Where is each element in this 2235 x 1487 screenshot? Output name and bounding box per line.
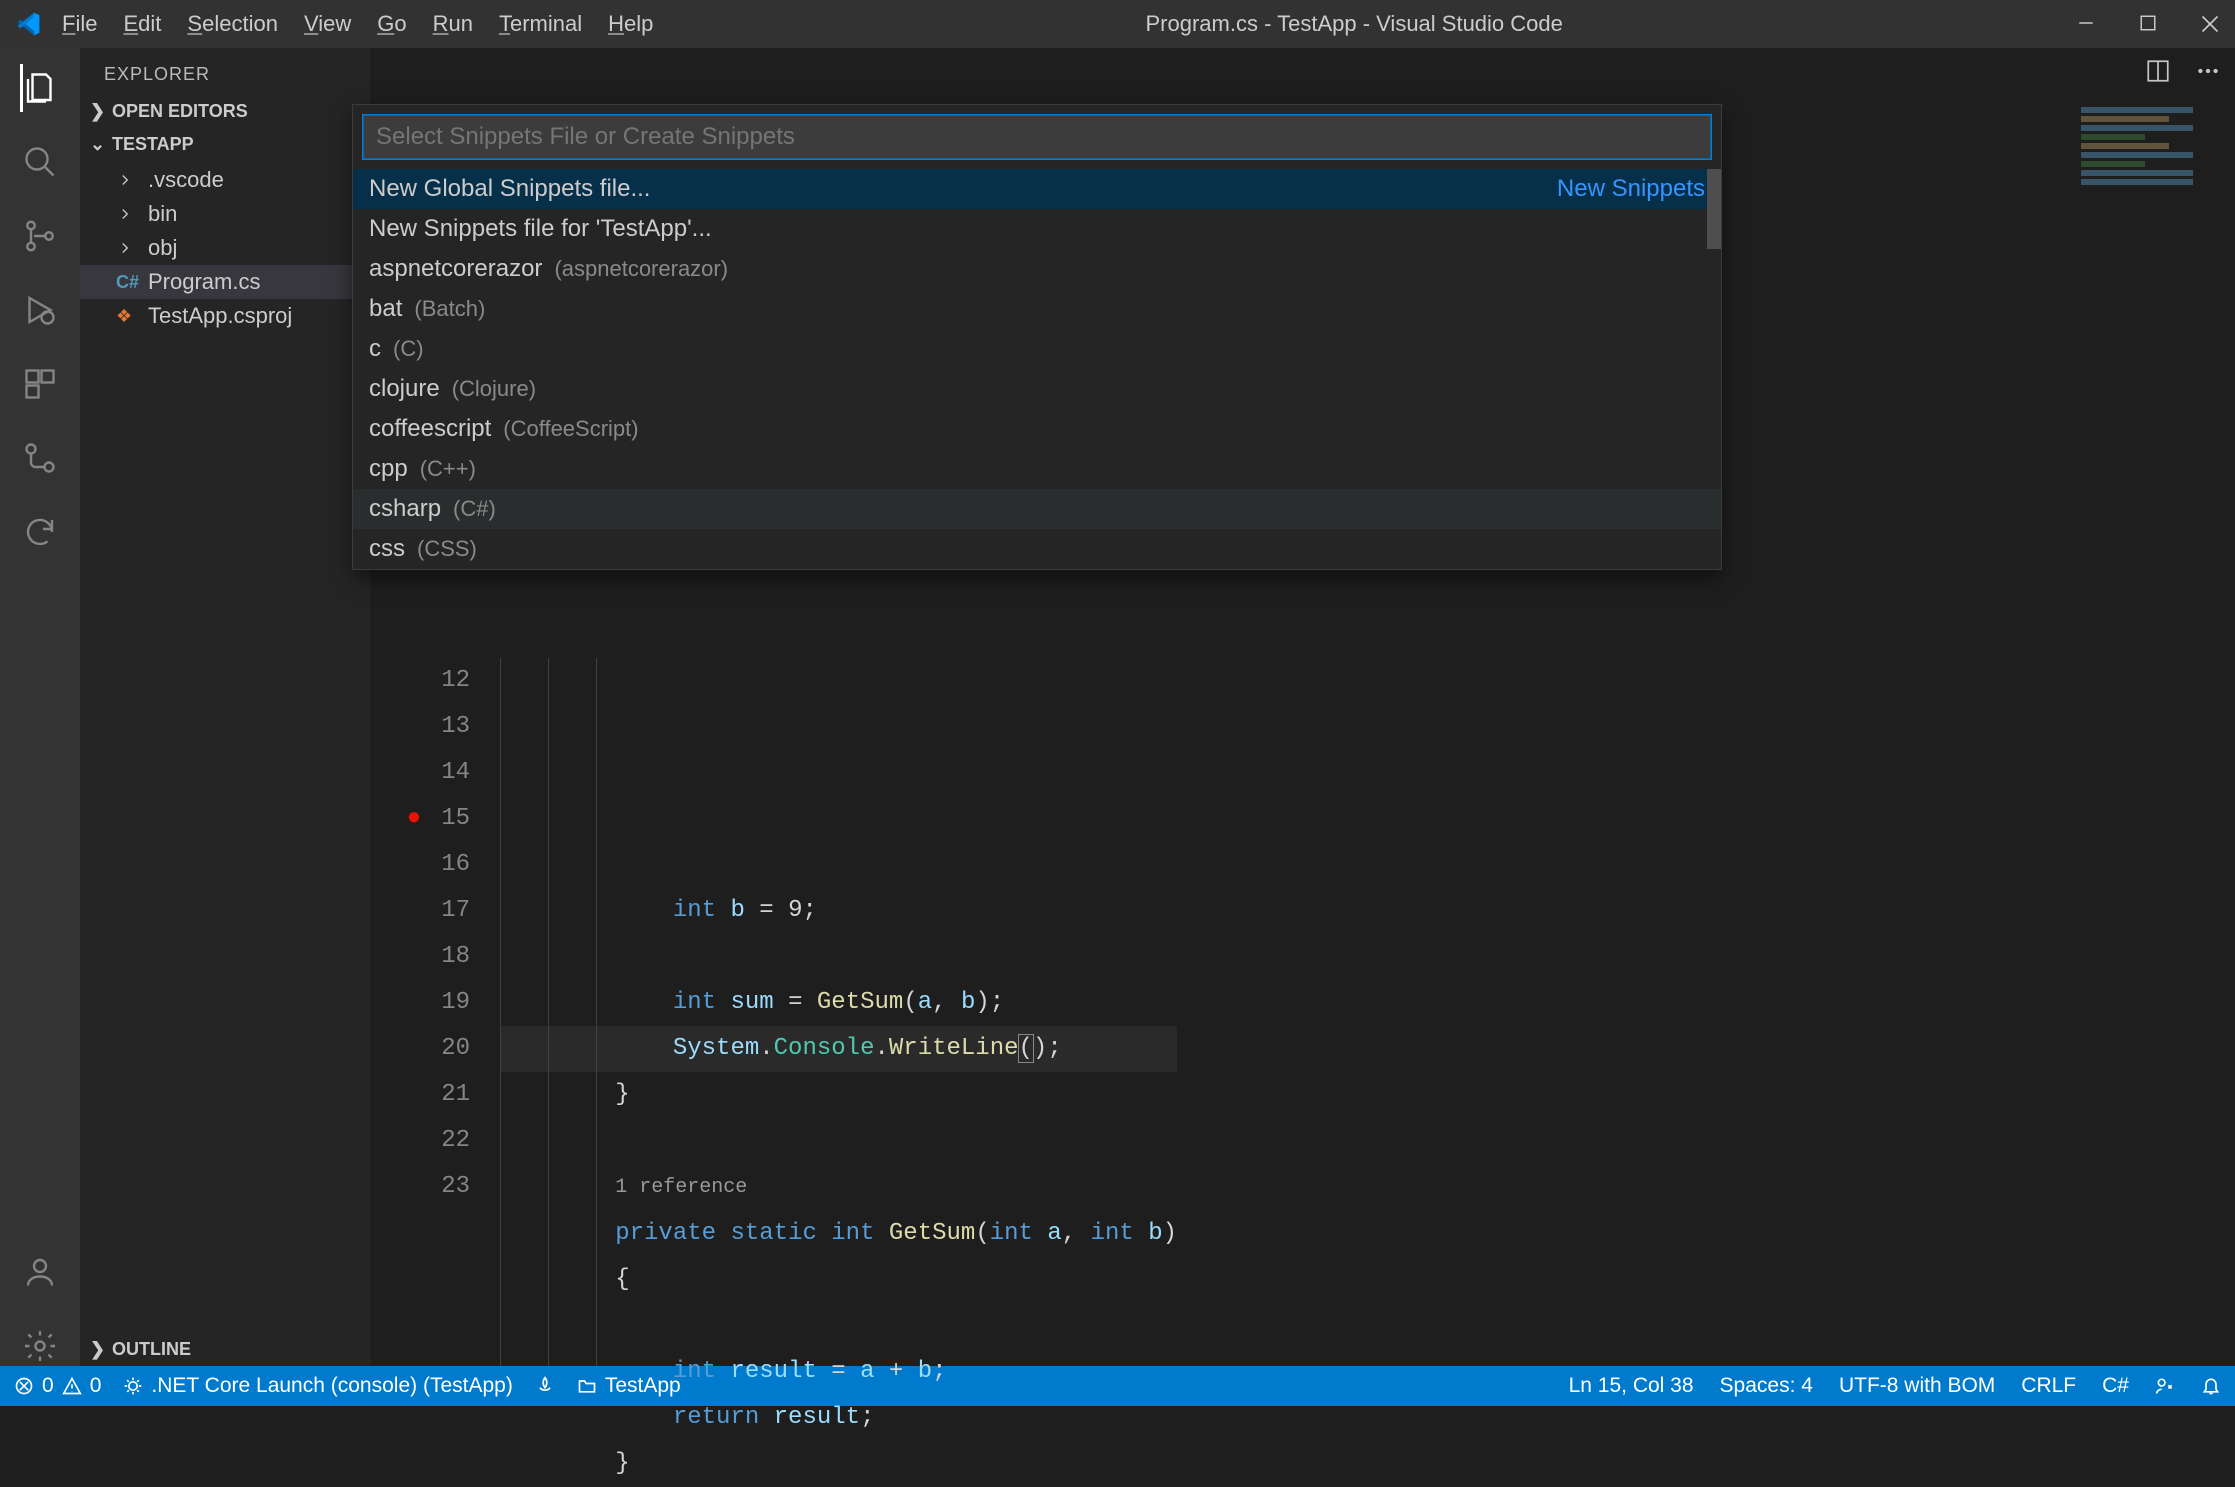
tree-item-label: TestApp.csproj xyxy=(148,303,292,329)
chevron-right-icon xyxy=(116,171,138,189)
activity-test-icon[interactable] xyxy=(20,438,60,478)
quick-input-item-desc: (aspnetcorerazor) xyxy=(554,256,728,282)
activity-settings-icon[interactable] xyxy=(20,1326,60,1366)
window-maximize-icon[interactable] xyxy=(2137,14,2159,34)
menu-file[interactable]: File xyxy=(62,11,97,37)
quick-input-item[interactable]: clojure (Clojure) xyxy=(353,369,1721,409)
chevron-right-icon xyxy=(116,205,138,223)
menu-bar: File Edit Selection View Go Run Terminal… xyxy=(62,11,653,37)
quick-input-item-label: aspnetcorerazor xyxy=(369,255,542,283)
quick-input-item[interactable]: bat (Batch) xyxy=(353,289,1721,329)
vscode-logo-icon xyxy=(14,10,42,38)
activity-run-debug-icon[interactable] xyxy=(20,290,60,330)
menu-help[interactable]: Help xyxy=(608,11,653,37)
quick-input-item[interactable]: c (C) xyxy=(353,329,1721,369)
scrollbar-thumb[interactable] xyxy=(1707,169,1721,249)
quick-input-item[interactable]: New Snippets file for 'TestApp'... xyxy=(353,209,1721,249)
menu-terminal[interactable]: Terminal xyxy=(499,11,582,37)
quick-input-item-label: c xyxy=(369,335,381,363)
quick-input-item-label: css xyxy=(369,535,405,563)
quick-input-item-label: New Snippets file for 'TestApp'... xyxy=(369,215,712,243)
menu-edit[interactable]: Edit xyxy=(123,11,161,37)
quick-input-item[interactable]: csharp (C#) xyxy=(353,489,1721,529)
quick-input-item-desc: (CSS) xyxy=(417,536,477,562)
quick-input-item-desc: (C) xyxy=(393,336,424,362)
sidebar-explorer: EXPLORER ❯ OPEN EDITORS ⌄ TESTAPP .vscod… xyxy=(80,48,370,1366)
chevron-right-icon xyxy=(116,239,138,257)
quick-input-item-desc: (Clojure) xyxy=(452,376,536,402)
status-cursor[interactable]: Ln 15, Col 38 xyxy=(1569,1374,1694,1398)
tree-item-label: bin xyxy=(148,201,177,227)
activity-source-control-icon[interactable] xyxy=(20,216,60,256)
quick-input-item-desc: (Batch) xyxy=(414,296,485,322)
status-encoding[interactable]: UTF-8 with BOM xyxy=(1839,1374,1995,1398)
activity-bar xyxy=(0,48,80,1366)
tree-item-label: obj xyxy=(148,235,177,261)
menu-run[interactable]: Run xyxy=(433,11,473,37)
status-bell-icon[interactable] xyxy=(2201,1376,2221,1396)
status-indent[interactable]: Spaces: 4 xyxy=(1720,1374,1813,1398)
quick-input-item[interactable]: css (CSS) xyxy=(353,529,1721,569)
activity-account-icon[interactable] xyxy=(20,1252,60,1292)
window-title: Program.cs - TestApp - Visual Studio Cod… xyxy=(653,11,2055,37)
tree-folder[interactable]: bin xyxy=(80,197,370,231)
quick-input-item-label: coffeescript xyxy=(369,415,491,443)
tree-file[interactable]: C# Program.cs xyxy=(80,265,370,299)
quick-input-item-detail: New Snippets xyxy=(1557,175,1705,203)
tree-item-label: Program.cs xyxy=(148,269,260,295)
quick-input-item-label: New Global Snippets file... xyxy=(369,175,650,203)
window-close-icon[interactable] xyxy=(2199,14,2221,34)
explorer-tree: .vscode bin obj C# Program.cs ❖ TestApp.csproj xyxy=(80,161,370,335)
sidebar-title: EXPLORER xyxy=(80,48,370,95)
activity-search-icon[interactable] xyxy=(20,142,60,182)
quick-input-item-label: bat xyxy=(369,295,402,323)
chevron-down-icon: ⌄ xyxy=(90,134,106,155)
quick-input-field[interactable] xyxy=(363,115,1711,159)
quick-input-panel: New Global Snippets file...New SnippetsN… xyxy=(352,104,1722,570)
quick-input-item-label: csharp xyxy=(369,495,441,523)
menu-go[interactable]: Go xyxy=(377,11,406,37)
quick-input-item-desc: (C#) xyxy=(453,496,496,522)
section-open-editors[interactable]: ❯ OPEN EDITORS xyxy=(80,95,370,128)
activity-explorer-icon[interactable] xyxy=(20,68,60,108)
tree-item-label: .vscode xyxy=(148,167,224,193)
quick-input-list: New Global Snippets file...New SnippetsN… xyxy=(353,169,1721,569)
file-icon: C# xyxy=(116,272,138,293)
quick-input-item[interactable]: coffeescript (CoffeeScript) xyxy=(353,409,1721,449)
tree-file[interactable]: ❖ TestApp.csproj xyxy=(80,299,370,333)
quick-input-item[interactable]: aspnetcorerazor (aspnetcorerazor) xyxy=(353,249,1721,289)
quick-input-item-label: clojure xyxy=(369,375,440,403)
window-minimize-icon[interactable] xyxy=(2075,14,2097,34)
section-project[interactable]: ⌄ TESTAPP xyxy=(80,128,370,161)
tree-folder[interactable]: obj xyxy=(80,231,370,265)
title-bar: File Edit Selection View Go Run Terminal… xyxy=(0,0,2235,48)
status-language[interactable]: C# xyxy=(2102,1374,2129,1398)
activity-sync-icon[interactable] xyxy=(20,512,60,552)
quick-input-item[interactable]: New Global Snippets file... New Snippets xyxy=(353,169,1721,209)
quick-input-item-desc: (CoffeeScript) xyxy=(503,416,638,442)
tree-folder[interactable]: .vscode xyxy=(80,163,370,197)
quick-input-item-label: cpp xyxy=(369,455,408,483)
status-problems[interactable]: 0 0 xyxy=(14,1374,101,1398)
section-outline[interactable]: ❯ OUTLINE xyxy=(80,1333,370,1366)
status-feedback-icon[interactable] xyxy=(2155,1376,2175,1396)
status-debug-config[interactable]: .NET Core Launch (console) (TestApp) xyxy=(123,1374,512,1398)
menu-selection[interactable]: Selection xyxy=(187,11,278,37)
menu-view[interactable]: View xyxy=(304,11,351,37)
quick-input-item[interactable]: cpp (C++) xyxy=(353,449,1721,489)
status-eol[interactable]: CRLF xyxy=(2021,1374,2076,1398)
activity-extensions-icon[interactable] xyxy=(20,364,60,404)
file-icon: ❖ xyxy=(116,306,138,327)
chevron-right-icon: ❯ xyxy=(90,1339,106,1360)
chevron-right-icon: ❯ xyxy=(90,101,106,122)
quick-input-item-desc: (C++) xyxy=(420,456,476,482)
